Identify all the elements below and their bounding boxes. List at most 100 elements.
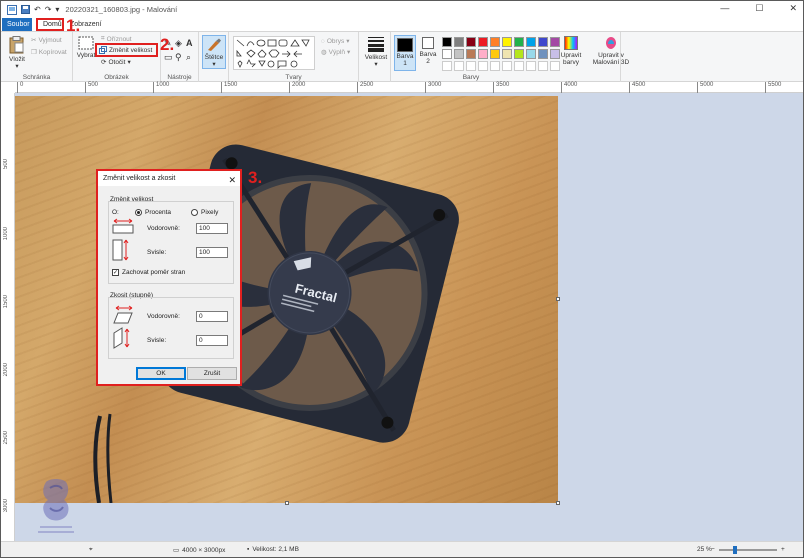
fill-button[interactable]: ◍ Výplň ▾	[321, 48, 350, 57]
undo-icon[interactable]: ↶	[34, 5, 41, 14]
cancel-button[interactable]: Zrušit	[187, 367, 237, 380]
palette-swatch-empty[interactable]	[466, 61, 476, 71]
ruler-tick-h: 4500	[629, 82, 645, 93]
chevron-down-icon: ▾	[346, 38, 350, 45]
color1-button[interactable]: Barva 1	[394, 35, 416, 71]
ok-button[interactable]: OK	[136, 367, 186, 380]
cut-button[interactable]: ✂ Vyjmout	[31, 36, 62, 45]
annotation-step-3: 3.	[248, 168, 263, 187]
palette-swatch-empty[interactable]	[514, 61, 524, 71]
palette-swatch[interactable]	[538, 49, 548, 59]
palette-swatch[interactable]	[526, 49, 536, 59]
outline-button[interactable]: ◌ Obrys ▾	[321, 37, 350, 46]
vertical-ruler: 500 1000 1500 2000 2500 3000	[1, 93, 15, 541]
zoom-slider-thumb[interactable]	[733, 546, 737, 554]
rotate-icon: ⟳	[101, 59, 107, 66]
maximize-button[interactable]: ☐	[755, 3, 763, 14]
paint3d-button[interactable]: Upravit v Malování 3D	[591, 36, 631, 66]
percent-label: Procenta	[145, 209, 172, 216]
palette-swatch[interactable]	[478, 49, 488, 59]
minimize-button[interactable]: —	[720, 3, 729, 14]
disk-icon: ▪	[247, 546, 250, 553]
zoom-in-button[interactable]: +	[781, 546, 785, 553]
fill-label: Výplň	[328, 48, 345, 56]
palette-swatch[interactable]	[502, 49, 512, 59]
copy-button[interactable]: ❐ Kopírovat	[31, 48, 67, 57]
redo-icon[interactable]: ↷	[45, 5, 52, 14]
keep-ratio-checkbox[interactable]: ✓	[112, 269, 119, 276]
scissors-icon: ✂	[31, 37, 37, 44]
brushes-button[interactable]: Štětce ▾	[202, 35, 226, 69]
palette-swatch-empty[interactable]	[538, 61, 548, 71]
crop-button[interactable]: ⌗ Oříznout	[101, 35, 132, 43]
resize-handle-corner[interactable]	[556, 501, 560, 505]
text-icon[interactable]: A	[186, 38, 193, 48]
ruler-tick-h: 2500	[357, 82, 373, 93]
size-button[interactable]: Velikost ▾	[363, 36, 389, 68]
palette-swatch[interactable]	[454, 37, 464, 47]
zoom-slider-track[interactable]	[719, 549, 777, 551]
palette-swatch-empty[interactable]	[478, 61, 488, 71]
dialog-close-button[interactable]: ✕	[228, 173, 236, 188]
palette-swatch-empty[interactable]	[442, 61, 452, 71]
fill-icon[interactable]: ◈	[175, 38, 182, 49]
horizontal-label: Vodorovně:	[147, 225, 180, 232]
palette-swatch[interactable]	[490, 49, 500, 59]
ruler-tick-h: 3000	[425, 82, 441, 93]
color2-swatch	[422, 37, 434, 49]
palette-swatch[interactable]	[490, 37, 500, 47]
copy-icon: ❐	[31, 49, 37, 56]
percent-radio[interactable]	[135, 209, 142, 216]
palette-swatch[interactable]	[502, 37, 512, 47]
paint-app-icon	[7, 4, 17, 15]
palette-swatch-empty[interactable]	[454, 61, 464, 71]
resize-handle-right[interactable]	[556, 297, 560, 301]
palette-swatch[interactable]	[514, 37, 524, 47]
customize-icon[interactable]: ▾	[55, 5, 59, 14]
group-label-shapes: Tvary	[285, 74, 302, 81]
palette-swatch-empty[interactable]	[526, 61, 536, 71]
close-button[interactable]: ✕	[789, 3, 797, 14]
magnifier-icon[interactable]: ⌕	[186, 52, 191, 63]
palette-swatch[interactable]	[478, 37, 488, 47]
palette-swatch[interactable]	[442, 49, 452, 59]
ruler-tick-v: 2000	[3, 363, 9, 377]
color2-button[interactable]: Barva 2	[418, 37, 438, 65]
edit-colors-button[interactable]: Upravit barvy	[559, 36, 583, 66]
select-button[interactable]: Vybrat	[75, 36, 97, 59]
palette-swatch[interactable]	[466, 37, 476, 47]
shapes-gallery[interactable]	[233, 36, 315, 70]
palette-swatch[interactable]	[514, 49, 524, 59]
skew-vertical-input[interactable]: 0	[196, 335, 228, 346]
resize-handle-bottom[interactable]	[285, 501, 289, 505]
vertical-label: Svisle:	[147, 249, 167, 256]
crop-icon: ⌗	[101, 35, 105, 42]
keep-ratio-label: Zachovat poměr stran	[122, 269, 186, 276]
outline-label: Obrys	[326, 37, 345, 45]
ribbon-tabs: Soubor Domů Zobrazení	[1, 18, 803, 31]
zoom-out-button[interactable]: −	[711, 546, 715, 553]
tab-file[interactable]: Soubor	[2, 18, 32, 31]
palette-swatch[interactable]	[442, 37, 452, 47]
vertical-input[interactable]: 100	[196, 247, 228, 258]
palette-swatch-empty[interactable]	[502, 61, 512, 71]
ruler-tick-h: 1000	[153, 82, 169, 93]
ruler-tick-h: 5500	[765, 82, 781, 93]
paste-button[interactable]: Vložit ▾	[5, 36, 29, 70]
skew-horizontal-input[interactable]: 0	[196, 311, 228, 322]
group-clipboard: Vložit ▾ ✂ Vyjmout ❐ Kopírovat Schránka	[1, 32, 73, 83]
save-icon[interactable]	[21, 5, 30, 14]
palette-swatch-empty[interactable]	[490, 61, 500, 71]
rotate-button[interactable]: ⟳ Otočit ▾	[101, 58, 131, 67]
palette-swatch[interactable]	[526, 37, 536, 47]
horizontal-input[interactable]: 100	[196, 223, 228, 234]
horizontal-ruler: 0 500 1000 1500 2000 2500 3000 3500 4000 4500 5000…	[15, 82, 803, 93]
palette-swatch[interactable]	[466, 49, 476, 59]
palette-swatch[interactable]	[454, 49, 464, 59]
color-picker-icon[interactable]: ⚲	[175, 52, 182, 63]
dialog-title: Změnit velikost a zkosit	[103, 175, 176, 182]
tab-home[interactable]: Domů	[36, 18, 64, 31]
palette-swatch[interactable]	[538, 37, 548, 47]
pixels-radio[interactable]	[191, 209, 198, 216]
resize-skew-dialog: Změnit velikost a zkosit ✕ Změnit veliko…	[96, 169, 242, 386]
